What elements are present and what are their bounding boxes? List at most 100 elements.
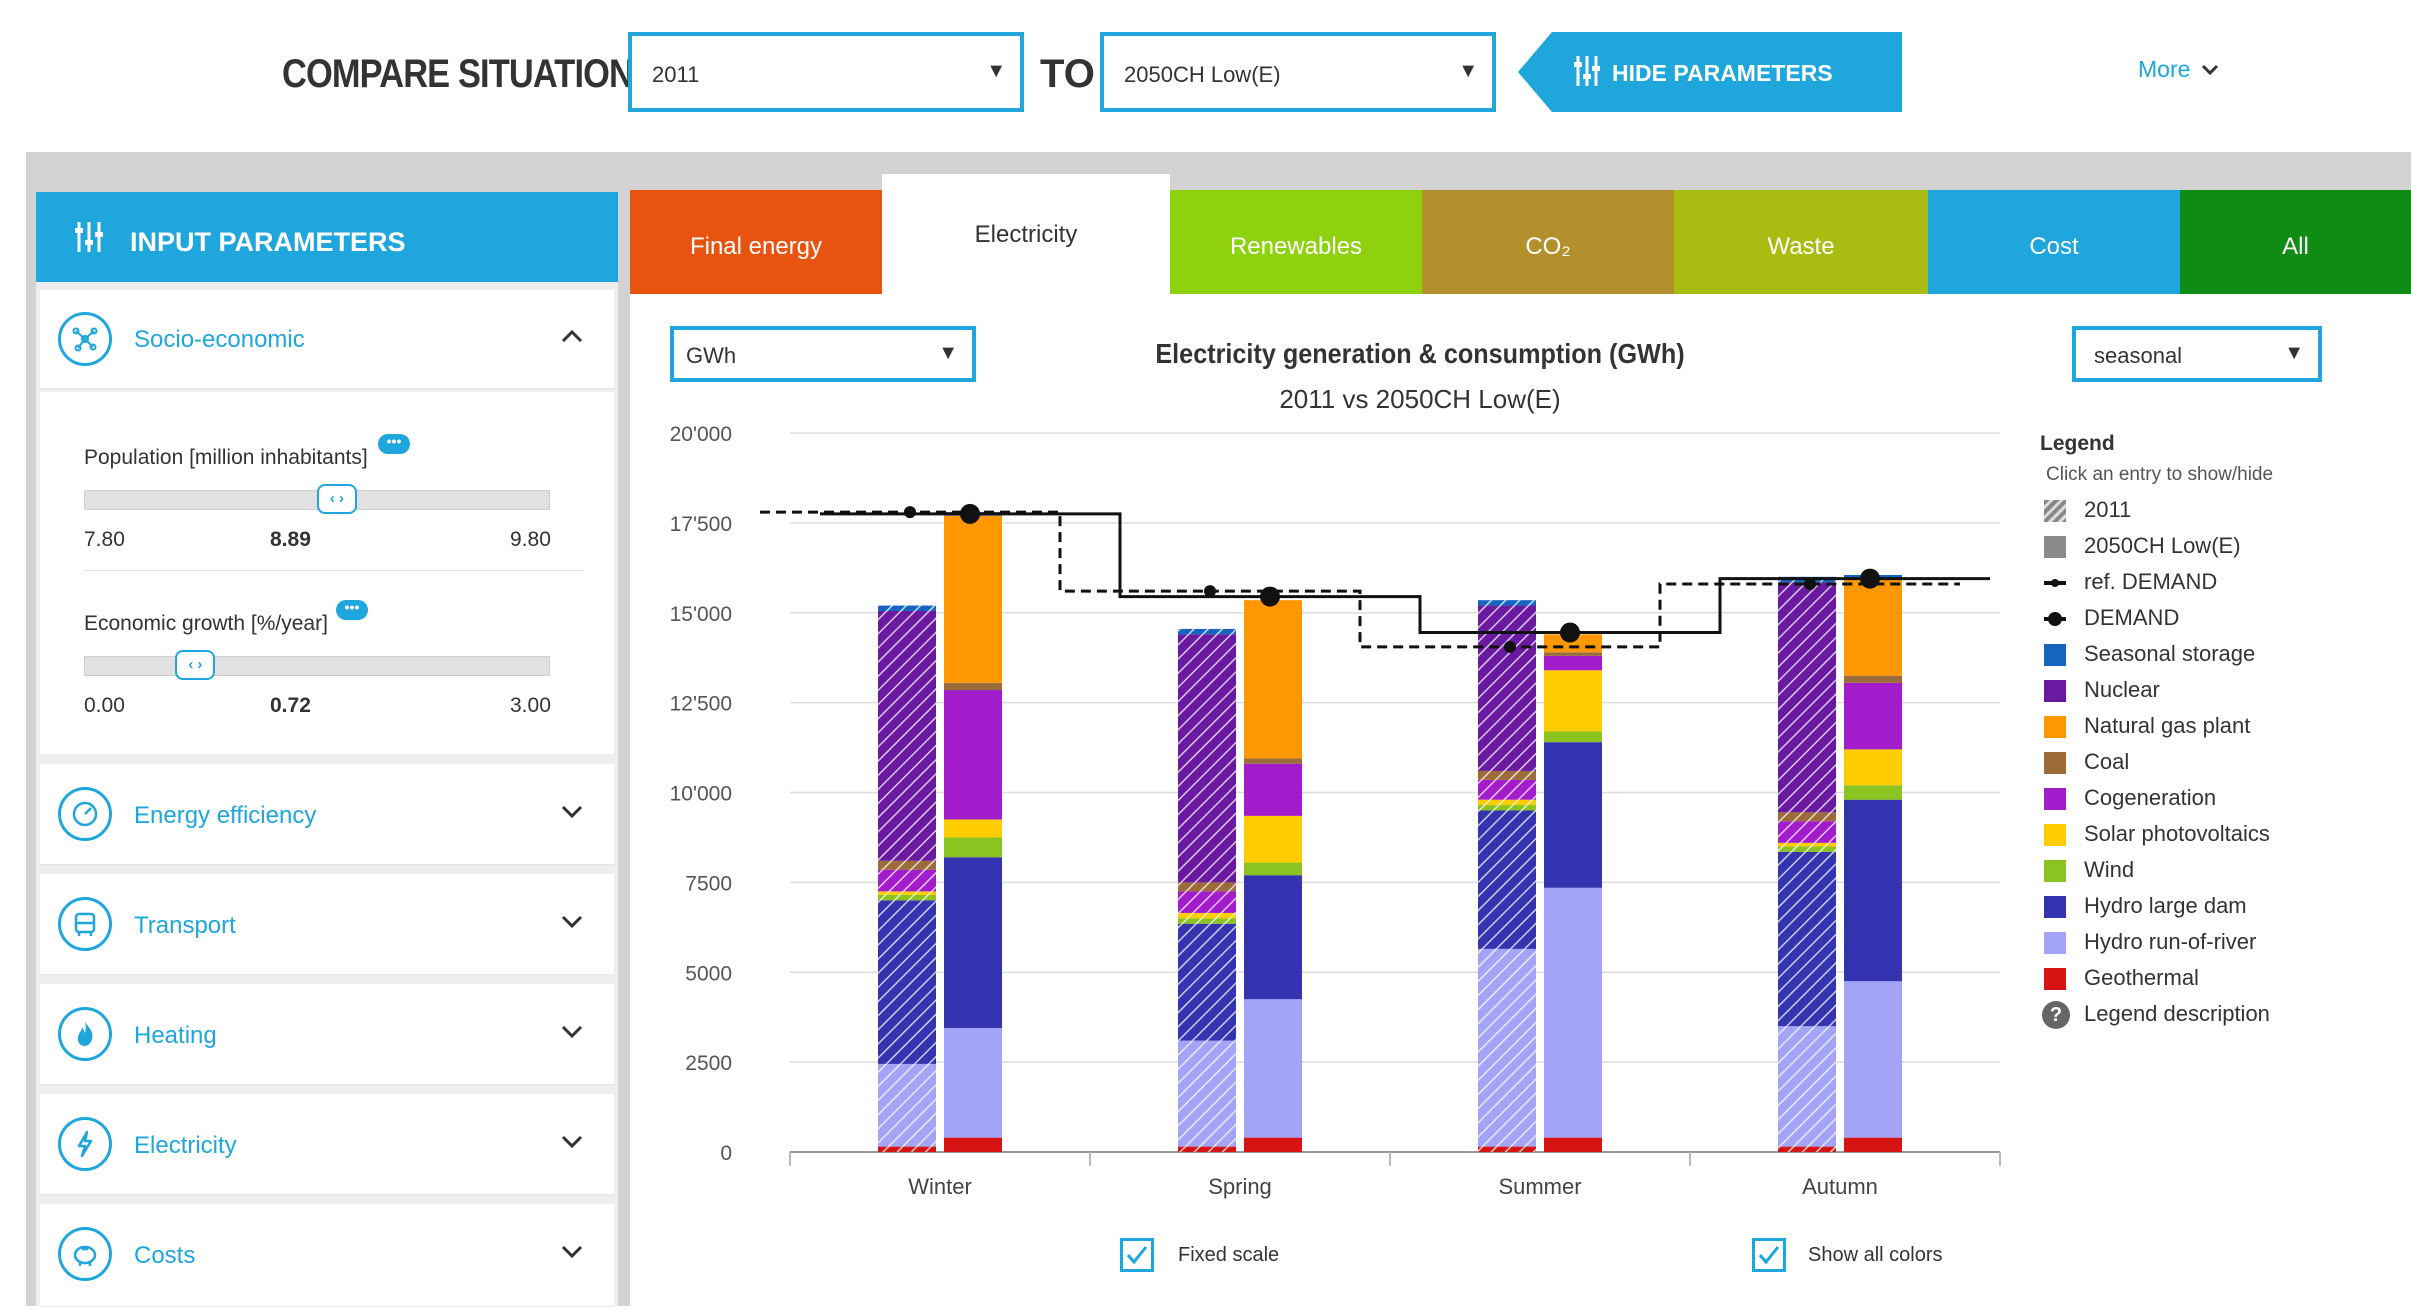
legend-swatch [2044,824,2066,846]
section-label: Heating [134,1022,217,1049]
y-tick-label: 20'000 [670,423,732,446]
bar-hatch [878,1063,936,1147]
unit-select[interactable]: GWh ▼ [670,326,976,382]
legend-item[interactable]: Seasonal storage [2040,636,2380,672]
y-tick-label: 2500 [685,1052,732,1075]
bar-hatch [1178,882,1236,892]
bar-segment [1844,682,1902,750]
section-transport[interactable]: Transport [40,874,614,975]
bar-hatch [1778,842,1836,847]
legend-label: DEMAND [2084,605,2180,630]
divider [84,570,584,571]
ref-demand-point [1504,640,1516,653]
bar-hatch [1178,891,1236,913]
legend-item[interactable]: Geothermal [2040,960,2380,996]
section-costs[interactable]: Costs [40,1204,614,1307]
growth-slider-track[interactable] [84,656,550,676]
section-socio-economic[interactable]: Socio-economic [40,290,614,389]
fixed-scale-checkbox[interactable] [1120,1238,1154,1272]
chevron-up-icon [560,320,584,351]
comment-icon[interactable]: ••• [336,600,368,620]
bar-hatch [1778,821,1836,843]
hide-parameters-button[interactable]: HIDE PARAMETERS [1518,32,1902,112]
bar-hatch [1778,582,1836,813]
bar-segment [1244,758,1302,764]
legend-label: Legend description [2084,1001,2270,1026]
growth-label: Economic growth [%/year] [84,612,328,635]
situation-a-select[interactable]: 2011 ▼ [628,32,1024,112]
legend-swatch [2044,752,2066,774]
legend-item[interactable]: Wind [2040,852,2380,888]
show-all-colors-checkbox[interactable] [1752,1238,1786,1272]
period-select[interactable]: seasonal ▼ [2072,326,2322,382]
bar-hatch [1778,1146,1836,1152]
legend-swatch [2044,536,2066,558]
hide-parameters-label: HIDE PARAMETERS [1612,60,1833,86]
bar-segment [1244,862,1302,876]
population-slider-handle[interactable]: ‹ › [316,484,357,514]
legend-item[interactable]: Hydro run-of-river [2040,924,2380,960]
chevron-down-icon [560,906,584,937]
tab-waste[interactable]: Waste [1674,190,1928,294]
growth-max: 3.00 [510,694,551,717]
legend-title: Legend [2040,432,2115,455]
section-electricity[interactable]: Electricity [40,1094,614,1195]
population-value: 8.89 [270,528,311,551]
legend-item[interactable]: DEMAND [2040,600,2380,636]
situation-a-value: 2011 [652,62,700,87]
bar-hatch [1478,779,1536,800]
bar-hatch [1178,923,1236,1041]
section-heating[interactable]: Heating [40,984,614,1085]
bar-segment [1244,600,1302,759]
comment-icon[interactable]: ••• [378,434,410,454]
tab-renewables[interactable]: Renewables [1170,190,1422,294]
legend-label: Hydro large dam [2084,893,2247,918]
tab-all[interactable]: All [2180,190,2411,294]
ref-demand-point [1204,585,1216,598]
demand-point [960,503,980,524]
legend-item[interactable]: Hydro large dam [2040,888,2380,924]
bar-hatch [1178,628,1236,635]
situation-b-select[interactable]: 2050CH Low(E) ▼ [1100,32,1496,112]
legend-item[interactable]: Coal [2040,744,2380,780]
bar-segment [1844,981,1902,1138]
tab-cost[interactable]: Cost [1928,190,2180,294]
bar-hatch [1478,805,1536,811]
legend-swatch [2044,680,2066,702]
sliders-icon [1574,56,1600,86]
tab-electricity[interactable]: Electricity [882,174,1170,294]
checkmark-icon [1758,1246,1780,1265]
bar-hatch [878,605,936,611]
legend-item[interactable]: ? Legend description [2040,996,2380,1032]
legend-item[interactable]: Nuclear [2040,672,2380,708]
bar-segment [1244,763,1302,816]
bar-hatch [1778,851,1836,1027]
bar-segment [1544,1137,1602,1152]
tab-co2[interactable]: CO₂ [1422,190,1674,294]
legend-label: 2011 [2084,497,2132,522]
more-menu[interactable]: More [2138,56,2219,83]
bar-segment [1844,1137,1902,1152]
legend-item[interactable]: 2011 [2040,492,2380,528]
x-tick-label: Summer [1498,1174,1581,1199]
gauge-icon [58,787,112,841]
legend-item[interactable]: Cogeneration [2040,780,2380,816]
legend-item[interactable]: Solar photovoltaics [2040,816,2380,852]
legend-item[interactable]: ref. DEMAND [2040,564,2380,600]
tab-final-energy[interactable]: Final energy [630,190,882,294]
bar-segment [1844,578,1902,676]
section-energy-efficiency[interactable]: Energy efficiency [40,764,614,865]
period-value: seasonal [2094,343,2183,368]
legend-swatch [2044,968,2066,990]
growth-slider-handle[interactable]: ‹ › [175,650,216,680]
legend-item[interactable]: Natural gas plant [2040,708,2380,744]
bar-hatch [1478,1146,1536,1152]
legend-label: Cogeneration [2084,785,2217,810]
x-tick-label: Spring [1208,1174,1272,1199]
bar-segment [944,1027,1002,1138]
legend-item[interactable]: 2050CH Low(E) [2040,528,2380,564]
chevron-down-icon [560,1016,584,1047]
y-tick-label: 12'500 [670,693,732,716]
legend-swatch [2044,896,2066,918]
growth-min: 0.00 [84,694,125,717]
